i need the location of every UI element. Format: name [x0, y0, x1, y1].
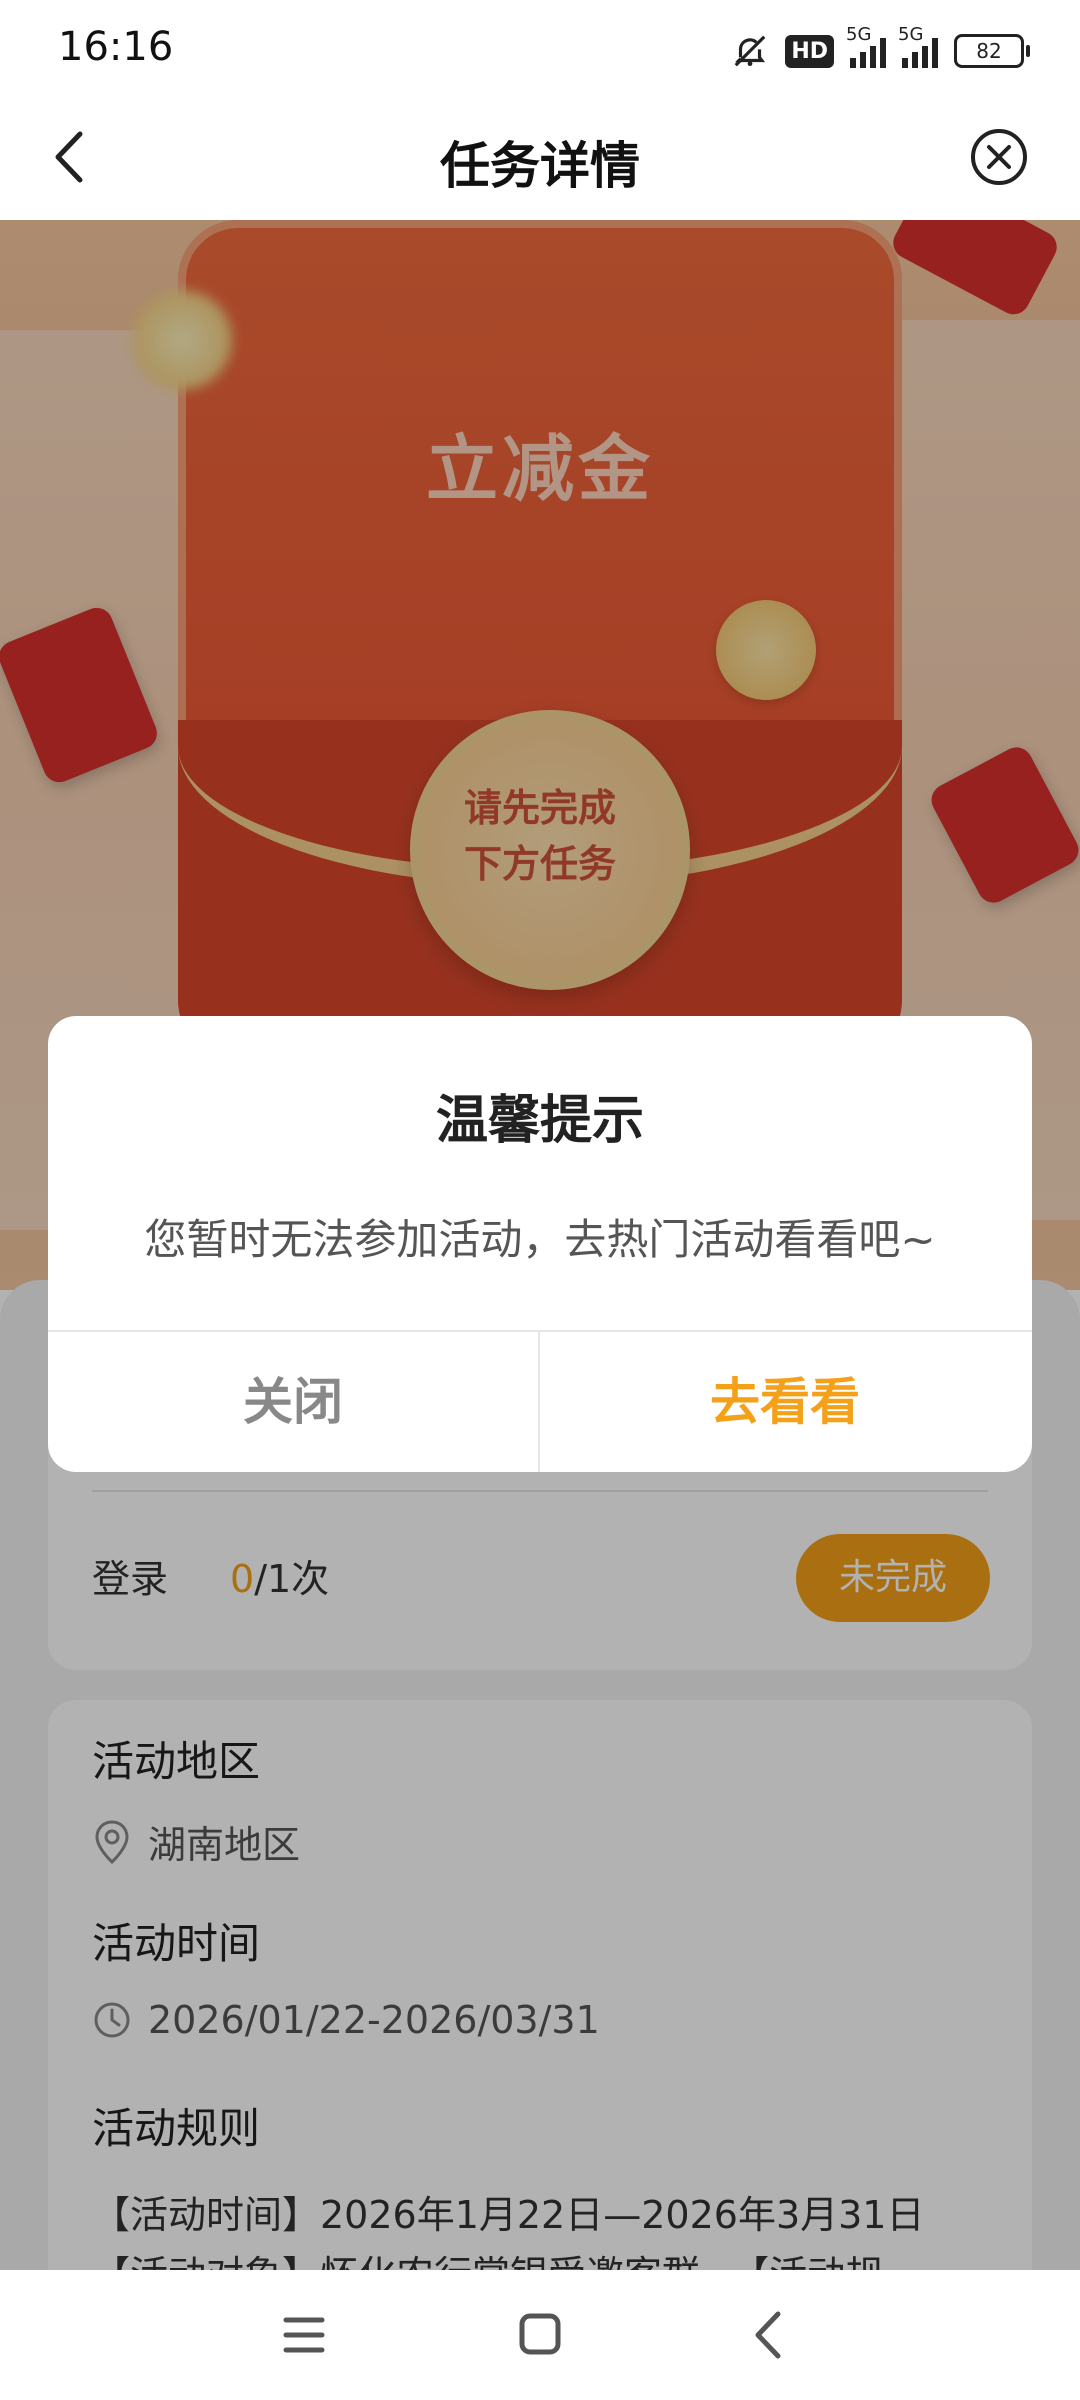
status-time: 16:16	[58, 24, 174, 70]
close-page-button[interactable]	[968, 126, 1030, 188]
page-title: 任务详情	[440, 137, 640, 195]
mute-icon	[734, 35, 766, 67]
dialog-message: 您暂时无法参加活动，去热门活动看看吧~	[144, 1215, 936, 1264]
dialog-title: 温馨提示	[435, 1091, 644, 1151]
menu-icon	[283, 2317, 325, 2353]
back-icon	[755, 2311, 781, 2359]
nav-home-button[interactable]	[500, 2300, 580, 2370]
status-bar: 16:16 HD 5G 5G 82	[0, 0, 1080, 96]
home-icon	[519, 2313, 561, 2355]
hd-icon: HD	[785, 34, 834, 68]
page-header: 任务详情	[0, 96, 1080, 220]
status-icons: HD 5G 5G 82	[731, 24, 1030, 76]
dialog-close-button[interactable]: 关闭	[48, 1332, 538, 1472]
close-circle-icon	[971, 129, 1027, 185]
nav-back-button[interactable]	[730, 2300, 810, 2370]
system-nav-bar	[0, 2270, 1080, 2400]
battery-icon: 82	[954, 34, 1030, 68]
signal-icon-2: 5G	[898, 24, 938, 68]
signal-icon: 5G	[846, 24, 886, 68]
nav-menu-button[interactable]	[264, 2300, 344, 2370]
notice-dialog: 温馨提示 您暂时无法参加活动，去热门活动看看吧~ 关闭 去看看	[48, 1016, 1032, 1472]
dialog-go-button[interactable]: 去看看	[540, 1332, 1030, 1472]
